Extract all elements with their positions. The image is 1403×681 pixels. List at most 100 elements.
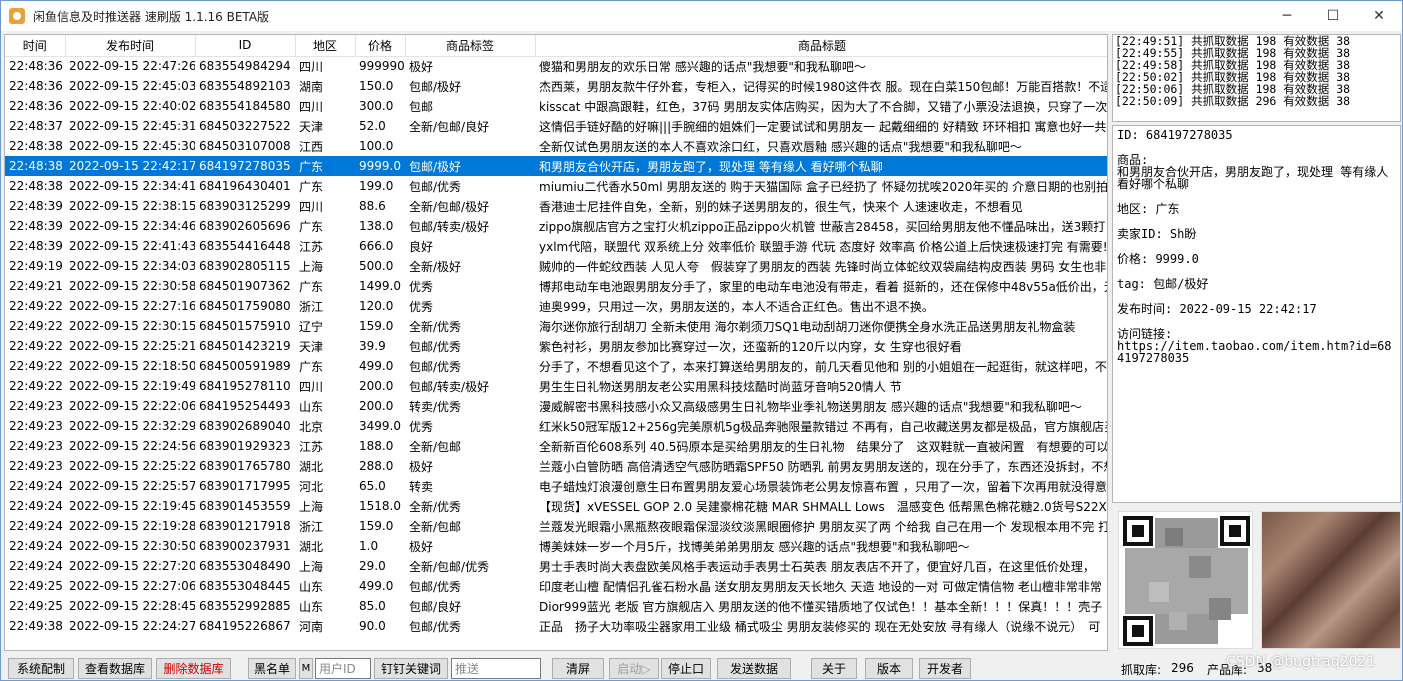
send-data-button[interactable]: 发送数据	[717, 658, 791, 679]
table-row[interactable]: 22:48:37 2022-09-15 22:45:31 684503227522 天…	[5, 116, 1107, 136]
cell-time: 22:48:36	[9, 99, 63, 113]
table-row[interactable]: 22:49:24 2022-09-15 22:19:45 683901453559 上…	[5, 496, 1107, 516]
about-button[interactable]: 关于	[811, 658, 857, 679]
maximize-button[interactable]: ☐	[1310, 1, 1356, 31]
cell-publish-time: 2022-09-15 22:19:49	[69, 379, 195, 393]
cell-tag: 全新/优秀	[409, 499, 462, 514]
clear-screen-button[interactable]: 清屏	[552, 658, 604, 679]
log-line: [22:50:09] 共抓取数据 296 有效数据 38	[1115, 94, 1351, 108]
cell-id: 683901717995	[199, 479, 291, 493]
column-header-publish-time[interactable]: 发布时间	[65, 35, 196, 57]
table-row[interactable]: 22:49:25 2022-09-15 22:28:45 683552992885 山…	[5, 596, 1107, 616]
view-db-button[interactable]: 查看数据库	[78, 658, 152, 679]
table-row[interactable]: 22:48:38 2022-09-15 22:45:30 684503107008 江…	[5, 136, 1107, 156]
table-row[interactable]: 22:48:39 2022-09-15 22:34:46 683902605696 广…	[5, 216, 1107, 236]
table-row[interactable]: 22:49:23 2022-09-15 22:25:22 683901765780 湖…	[5, 456, 1107, 476]
cell-tag: 包邮/转卖/极好	[409, 379, 490, 394]
cell-id: 684501907362	[199, 279, 291, 293]
table-row[interactable]: 22:49:25 2022-09-15 22:27:06 683553048445 山…	[5, 576, 1107, 596]
table-row[interactable]: 22:49:23 2022-09-15 22:22:06 684195254493 山…	[5, 396, 1107, 416]
table-row[interactable]: 22:49:38 2022-09-15 22:24:27 684195226867 河…	[5, 616, 1107, 636]
table-row[interactable]: 22:49:21 2022-09-15 22:30:58 684501907362 广…	[5, 276, 1107, 296]
cell-price: 39.9	[359, 339, 386, 353]
cell-region: 江苏	[299, 239, 324, 254]
cell-tag: 全新/包邮	[409, 519, 462, 534]
table-row[interactable]: 22:49:24 2022-09-15 22:27:20 683553048490 上…	[5, 556, 1107, 576]
blacklist-button[interactable]: 黑名单	[248, 658, 296, 679]
cell-price: 499.0	[359, 579, 394, 593]
table-row[interactable]: 22:48:39 2022-09-15 22:38:15 683903125299 四…	[5, 196, 1107, 216]
cell-price: 9999.0	[355, 156, 405, 176]
cell-tag: 包邮/优秀	[409, 179, 462, 194]
cell-title: 迪奥999，只用过一次，男朋友送的，本人不适合正红色。售出不退不换。	[539, 299, 934, 314]
cell-region: 河南	[299, 619, 324, 634]
close-button[interactable]: ✕	[1356, 1, 1402, 31]
table-row[interactable]: 22:48:38 2022-09-15 22:34:41 684196430401 广…	[5, 176, 1107, 196]
cell-time: 22:49:24	[9, 559, 63, 573]
cell-time: 22:48:39	[9, 239, 63, 253]
user-id-input[interactable]: 用户ID	[315, 658, 371, 679]
table-row[interactable]: 22:49:24 2022-09-15 22:25:57 683901717995 河…	[5, 476, 1107, 496]
crawl-log[interactable]: [22:49:51] 共抓取数据 198 有效数据 38 [22:49:55] 共…	[1112, 34, 1401, 122]
table-row[interactable]: 22:49:22 2022-09-15 22:30:15 684501575910 辽…	[5, 316, 1107, 336]
column-header-title[interactable]: 商品标题	[535, 35, 1107, 57]
push-input[interactable]: 推送	[451, 658, 541, 679]
grid-header: 时间 发布时间 ID 地区 价格 商品标签 商品标题	[5, 35, 1107, 57]
table-row[interactable]: 22:49:22 2022-09-15 22:27:16 684501759080 浙…	[5, 296, 1107, 316]
cell-region: 辽宁	[299, 319, 324, 334]
column-header-id[interactable]: ID	[195, 35, 296, 57]
cell-tag: 包邮/转卖/极好	[409, 219, 490, 234]
column-header-region[interactable]: 地区	[295, 35, 356, 57]
cell-time: 22:49:21	[9, 279, 63, 293]
table-row[interactable]: 22:49:24 2022-09-15 22:30:50 683900237931 湖…	[5, 536, 1107, 556]
cell-publish-time: 2022-09-15 22:25:22	[69, 459, 195, 473]
cell-tag	[405, 136, 535, 156]
app-logo-icon	[9, 8, 25, 24]
cell-region: 四川	[299, 99, 324, 114]
table-row[interactable]: 22:49:22 2022-09-15 22:19:49 684195278110 四…	[5, 376, 1107, 396]
detail-link-url[interactable]: https://item.taobao.com/item.htm?id=6841…	[1117, 340, 1396, 364]
cell-publish-time: 2022-09-15 22:34:03	[69, 259, 195, 273]
title-bar: 闲鱼信息及时推送器 速刷版 1.1.16 BETA版 ─ ☐ ✕	[1, 1, 1402, 31]
table-row[interactable]: 22:49:23 2022-09-15 22:24:56 683901929323 江…	[5, 436, 1107, 456]
cell-id: 684196430401	[199, 179, 291, 193]
minimize-button[interactable]: ─	[1264, 1, 1310, 31]
table-row[interactable]: 22:49:23 2022-09-15 22:32:29 683902689040 北…	[5, 416, 1107, 436]
version-button[interactable]: 版本	[865, 658, 913, 679]
cell-time: 22:49:23	[9, 439, 63, 453]
developer-button[interactable]: 开发者	[919, 658, 971, 679]
column-header-time[interactable]: 时间	[5, 35, 66, 57]
cell-region: 上海	[299, 559, 324, 574]
product-grid[interactable]: 时间 发布时间 ID 地区 价格 商品标签 商品标题 22:48:36 2022-…	[4, 34, 1108, 651]
cell-tag: 全新/包邮/优秀	[409, 559, 490, 574]
detail-panel[interactable]: ID: 684197278035 商品: 和男朋友合伙开店，男朋友跑了，现处理 …	[1112, 125, 1401, 503]
stop-button[interactable]: 停止口	[661, 658, 711, 679]
table-row[interactable]: 22:49:24 2022-09-15 22:19:28 683901217918 浙…	[5, 516, 1107, 536]
cell-publish-time: 2022-09-15 22:25:57	[69, 479, 195, 493]
cell-time: 22:48:39	[9, 219, 63, 233]
table-row[interactable]: 22:48:36 2022-09-15 22:40:02 683554184580 四…	[5, 96, 1107, 116]
table-row[interactable]: 22:48:39 2022-09-15 22:41:43 683554416448 江…	[5, 236, 1107, 256]
table-row[interactable]: 22:49:22 2022-09-15 22:18:50 684500591989 广…	[5, 356, 1107, 376]
table-row[interactable]: 22:49:22 2022-09-15 22:25:21 684501423219 天…	[5, 336, 1107, 356]
column-header-tag[interactable]: 商品标签	[405, 35, 536, 57]
cell-id: 683554984294	[199, 59, 291, 74]
cell-publish-time: 2022-09-15 22:45:03	[69, 79, 195, 93]
table-row[interactable]: 22:48:36 2022-09-15 22:47:26 683554984294 四…	[5, 56, 1107, 76]
cell-title: 漫威解密书黑科技感小众又高级感男生日礼物毕业季礼物送男朋友 感兴趣的话点"我想要…	[539, 399, 1082, 414]
cell-id: 684195278110	[199, 379, 291, 393]
delete-db-button[interactable]: 删除数据库	[156, 658, 231, 679]
dingding-keywords-button[interactable]: 钉钉关键词	[374, 658, 448, 679]
table-row[interactable]: 22:48:36 2022-09-15 22:45:03 683554892103 湖…	[5, 76, 1107, 96]
table-row[interactable]: 22:48:38 2022-09-15 22:42:17 684197278035 广…	[5, 156, 1107, 176]
column-header-price[interactable]: 价格	[355, 35, 406, 57]
cell-tag: 包邮/极好	[409, 79, 462, 94]
table-row[interactable]: 22:49:19 2022-09-15 22:34:03 683902805115 上…	[5, 256, 1107, 276]
cell-region: 江苏	[299, 439, 324, 454]
cell-title: 男生生日礼物送男朋友老公实用黑科技炫酷时尚蓝牙音响520情人 节	[539, 379, 902, 394]
sys-config-button[interactable]: 系统配制	[8, 658, 74, 679]
cell-region: 广东	[295, 156, 355, 176]
start-button[interactable]: 启动▷	[609, 658, 659, 679]
cell-time: 22:49:38	[9, 619, 63, 633]
m-checkbox[interactable]: M	[299, 658, 313, 679]
